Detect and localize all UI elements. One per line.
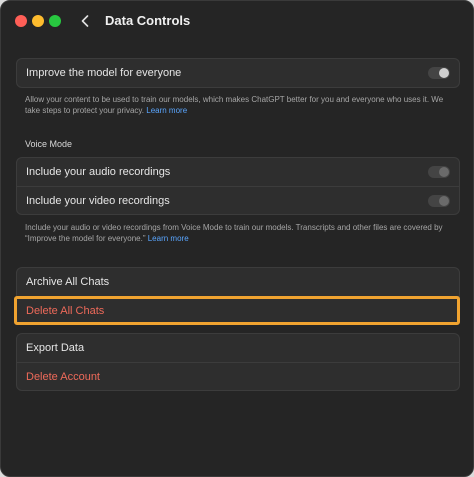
voice-mode-heading: Voice Mode (25, 139, 73, 149)
export-data-label: Export Data (26, 342, 85, 354)
improve-model-help: Allow your content to be used to train o… (25, 94, 457, 116)
back-button[interactable] (77, 11, 93, 31)
voice-mode-card: Include your audio recordings Include yo… (16, 157, 460, 215)
account-card: Export Data Delete Account (16, 333, 460, 391)
data-controls-window: Data Controls Improve the model for ever… (0, 0, 474, 477)
audio-recordings-toggle[interactable] (428, 166, 450, 178)
video-recordings-label: Include your video recordings (26, 194, 170, 207)
page-title: Data Controls (105, 13, 191, 28)
toggle-knob (439, 196, 449, 206)
titlebar: Data Controls (1, 1, 473, 41)
improve-learn-more-link[interactable]: Learn more (146, 106, 187, 115)
improve-model-toggle[interactable] (428, 67, 450, 79)
archive-all-chats-label: Archive All Chats (26, 276, 110, 288)
toggle-knob (439, 167, 449, 177)
archive-all-chats-button[interactable]: Archive All Chats (17, 268, 459, 296)
video-recordings-row[interactable]: Include your video recordings (17, 186, 459, 214)
delete-account-label: Delete Account (26, 370, 100, 383)
toggle-knob (439, 68, 449, 78)
delete-all-chats-label: Delete All Chats (26, 304, 105, 317)
export-data-button[interactable]: Export Data (17, 334, 459, 362)
video-recordings-toggle[interactable] (428, 195, 450, 207)
zoom-window-button[interactable] (49, 15, 61, 27)
improve-help-text: Allow your content to be used to train o… (25, 95, 444, 115)
chevron-left-icon (81, 15, 89, 27)
close-window-button[interactable] (15, 15, 27, 27)
voice-help-text: Include your audio or video recordings f… (25, 223, 443, 243)
delete-all-chats-button[interactable]: Delete All Chats (17, 296, 459, 324)
improve-model-card: Improve the model for everyone (16, 58, 460, 88)
delete-account-button[interactable]: Delete Account (17, 362, 459, 390)
voice-learn-more-link[interactable]: Learn more (148, 234, 189, 243)
audio-recordings-label: Include your audio recordings (26, 166, 171, 178)
minimize-window-button[interactable] (32, 15, 44, 27)
improve-model-label: Improve the model for everyone (26, 67, 182, 79)
voice-mode-help: Include your audio or video recordings f… (25, 222, 457, 244)
improve-model-row[interactable]: Improve the model for everyone (17, 59, 459, 87)
audio-recordings-row[interactable]: Include your audio recordings (17, 158, 459, 186)
chats-card: Archive All Chats Delete All Chats (16, 267, 460, 325)
